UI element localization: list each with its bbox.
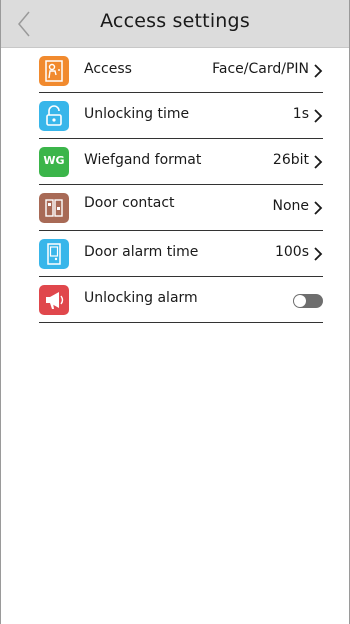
- page-title: Access settings: [100, 10, 250, 32]
- chevron-right-icon: [314, 155, 323, 169]
- chevron-right-icon: [314, 247, 323, 261]
- setting-label: Unlocking alarm: [84, 290, 198, 306]
- setting-row-door-contact[interactable]: Door contact None: [39, 185, 323, 231]
- setting-row-door-alarm-time[interactable]: Door alarm time 100s: [39, 231, 323, 277]
- wg-icon: WG: [39, 147, 69, 177]
- setting-label: Access: [84, 61, 132, 77]
- setting-label: Door alarm time: [84, 244, 199, 260]
- chevron-right-icon: [314, 64, 323, 78]
- header-bar: Access settings: [1, 0, 349, 48]
- setting-row-unlocking-time[interactable]: Unlocking time 1s: [39, 93, 323, 139]
- settings-screen: Access settings Access Face/Card/PIN Unl…: [0, 0, 350, 624]
- unlocking-alarm-toggle[interactable]: [293, 294, 323, 308]
- setting-label: Unlocking time: [84, 106, 190, 122]
- setting-row-access[interactable]: Access Face/Card/PIN: [39, 48, 323, 93]
- setting-value: 26bit: [272, 152, 309, 168]
- setting-row-wiegand-format[interactable]: WG Wiefgand format 26bit: [39, 139, 323, 185]
- setting-label: Door contact: [84, 195, 175, 211]
- door-alarm-icon: [39, 239, 69, 269]
- settings-list: Access Face/Card/PIN Unlocking time 1s W…: [39, 48, 323, 323]
- setting-label: Wiefgand format: [84, 152, 202, 168]
- chevron-right-icon: [314, 201, 323, 215]
- wg-icon-text: WG: [43, 154, 65, 167]
- unlock-icon: [39, 101, 69, 131]
- chevron-right-icon: [314, 109, 323, 123]
- setting-value: 1s: [292, 106, 309, 122]
- setting-row-unlocking-alarm[interactable]: Unlocking alarm: [39, 277, 323, 323]
- person-door-icon: [39, 56, 69, 86]
- setting-value: Face/Card/PIN: [212, 61, 309, 77]
- door-contact-icon: [39, 193, 69, 223]
- megaphone-icon: [39, 285, 69, 315]
- toggle-knob: [294, 295, 306, 307]
- setting-value: None: [272, 198, 309, 214]
- setting-value: 100s: [274, 244, 309, 260]
